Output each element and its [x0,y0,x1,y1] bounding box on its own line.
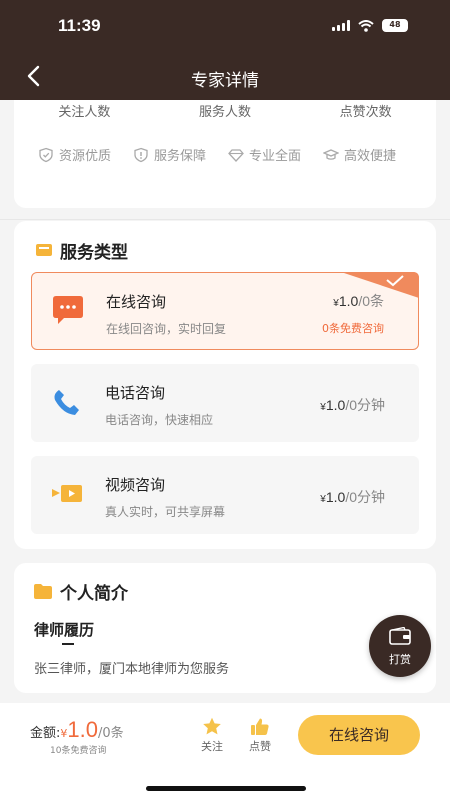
feature-label: 高效便捷 [344,149,397,164]
option-name: 电话咨询 [105,384,166,402]
option-video-consult[interactable]: 视频咨询 真人实时，可共享屏幕 ¥1.0/0分钟 [31,456,419,534]
battery-icon: 48 [382,19,408,32]
feature-label: 服务保障 [154,149,207,164]
price-value: 1.0 [325,489,346,505]
option-phone-consult[interactable]: 电话咨询 电话咨询，快速相应 ¥1.0/0分钟 [31,364,419,442]
bookmark-icon [36,243,52,256]
feature-badges: 资源优质 服务保障 专业全面 高效便捷 [38,145,396,164]
service-type-card: 服务类型 在线咨询 在线回咨询，实时回复 ¥1.0/0条 0条免费咨询 电话咨询… [14,221,436,549]
tip-button[interactable]: 打赏 [369,615,431,677]
top-header: 11:39 48 专家详情 [0,0,450,100]
diamond-icon [228,148,244,162]
option-desc: 在线回咨询，实时回复 [106,322,227,336]
page-title: 专家详情 [191,71,259,91]
expert-stats-card: 关注人数 服务人数 点赞次数 资源优质 服务保障 专业全面 高效便捷 [14,100,436,208]
home-indicator[interactable] [146,786,306,791]
amount-unit: /0条 [97,726,124,741]
thumbs-up-icon [251,718,269,735]
amount-symbol: ¥ [60,727,68,740]
tip-label: 打赏 [389,653,411,666]
feature-label: 专业全面 [249,149,302,164]
amount-value: 1.0 [67,717,98,742]
online-consult-button[interactable]: 在线咨询 [298,715,420,755]
price-unit: /0条 [358,293,384,309]
stat-label-followers: 关注人数 [58,105,111,120]
free-consult-note: 0条免费咨询 [322,322,384,335]
feature-quality: 资源优质 [38,145,111,164]
section-divider [0,219,450,220]
resume-title: 律师履历 [34,621,95,639]
shield-alert-icon [134,147,148,162]
profile-title-text: 个人简介 [60,584,128,604]
stat-label-served: 服务人数 [198,105,251,120]
price-unit: /0分钟 [345,397,385,413]
option-price: ¥1.0/0分钟 [320,487,385,507]
feature-label: 资源优质 [59,149,112,164]
feature-efficient: 高效便捷 [323,145,396,164]
graduation-cap-icon [323,148,340,160]
status-time: 11:39 [58,16,101,35]
option-desc: 电话咨询，快速相应 [105,413,214,427]
signal-icon [332,20,350,31]
resume-text: 张三律师，厦门本地律师为您服务 [34,662,230,677]
wifi-icon [358,19,374,32]
follow-label: 关注 [201,740,223,753]
option-price: ¥1.0/0分钟 [320,395,385,415]
amount-label: 金额: [30,726,61,741]
feature-professional: 专业全面 [228,145,301,164]
option-name: 视频咨询 [105,476,166,494]
option-price: ¥1.0/0条 [333,291,384,311]
price-value: 1.0 [325,397,346,413]
folder-icon [34,584,52,599]
follow-button[interactable]: 关注 [197,717,227,754]
like-label: 点赞 [249,740,271,753]
profile-card: 个人简介 律师履历 张三律师，厦门本地律师为您服务 [14,563,436,693]
profile-section-title: 个人简介 [34,579,128,604]
stat-label-likes: 点赞次数 [339,105,392,120]
feature-guarantee: 服务保障 [133,145,206,164]
option-desc: 真人实时，可共享屏幕 [105,505,226,519]
like-button[interactable]: 点赞 [245,717,275,754]
shield-check-icon [39,147,53,162]
resume-underline [62,643,74,645]
option-online-consult[interactable]: 在线咨询 在线回咨询，实时回复 ¥1.0/0条 0条免费咨询 [31,272,419,350]
free-consult-count: 10条免费咨询 [50,746,107,756]
star-icon [203,717,221,735]
option-name: 在线咨询 [106,293,167,311]
service-title-text: 服务类型 [60,243,128,263]
chat-bubble-icon [53,296,83,324]
price-unit: /0分钟 [345,489,385,505]
service-section-title: 服务类型 [36,238,128,263]
amount-display: 金额: ¥ 1.0 /0条 [30,717,124,743]
phone-icon [54,390,79,415]
price-value: 1.0 [338,293,359,309]
stats-row: 关注人数 服务人数 点赞次数 [14,101,436,120]
status-icons: 48 [332,19,408,32]
wallet-icon [389,627,411,645]
video-icon [52,485,82,502]
